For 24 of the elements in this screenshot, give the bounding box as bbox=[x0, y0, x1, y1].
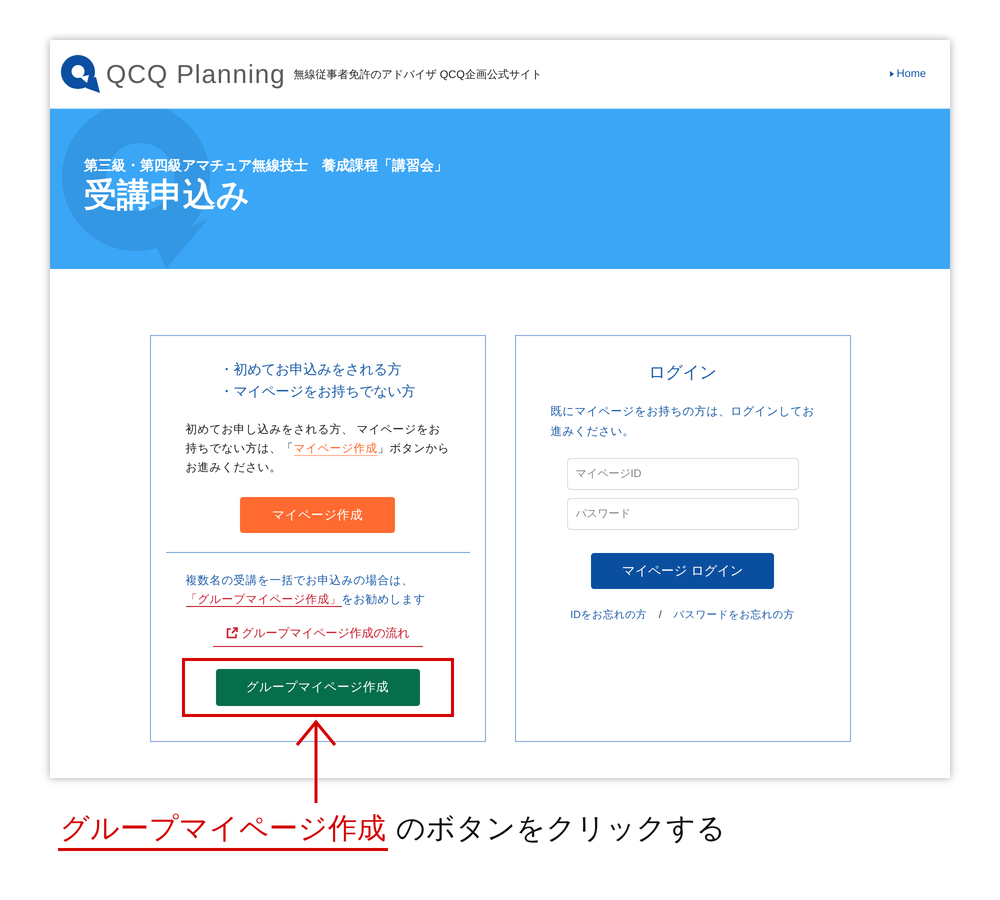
logo-text: QCQ Planning bbox=[106, 58, 286, 90]
site-tagline: 無線従事者免許のアドバイザ QCQ企画公式サイト bbox=[294, 68, 542, 83]
group-note-text: 複数名の受講を一括でお申込みの場合は、 「グループマイページ作成」をお勧めします bbox=[184, 573, 426, 609]
external-link-icon bbox=[226, 627, 238, 639]
page-title: 受講申込み bbox=[84, 175, 250, 215]
instruction-caption: グループマイページ作成 のボタンをクリックする bbox=[58, 810, 726, 851]
forgot-password-link[interactable]: パスワードをお忘れの方 bbox=[674, 608, 795, 624]
logo-icon bbox=[60, 55, 100, 93]
bullet-item: ・マイページをお持ちでない方 bbox=[220, 382, 416, 401]
mypage-id-field[interactable]: マイページID bbox=[566, 458, 798, 490]
link-separator: / bbox=[658, 608, 662, 623]
group-mypage-button[interactable]: グループマイページ作成 bbox=[216, 669, 420, 706]
caret-icon bbox=[890, 71, 894, 77]
group-mypage-link[interactable]: 「グループマイページ作成」 bbox=[186, 593, 342, 607]
password-field[interactable]: パスワード bbox=[566, 498, 798, 530]
hero-subtitle: 第三級・第四級アマチュア無線技士 養成課程「講習会」 bbox=[84, 156, 448, 175]
home-link[interactable]: Home bbox=[890, 66, 926, 82]
forgot-id-link[interactable]: IDをお忘れの方 bbox=[570, 608, 647, 624]
group-flow-link[interactable]: グループマイページ作成の流れ bbox=[212, 625, 422, 647]
intro-text: 初めてお申し込みをされる方、 マイページをお持ちでない方は、「マイページ作成」ボタンからお進みください。 bbox=[184, 422, 450, 476]
login-title: ログイン bbox=[648, 362, 716, 384]
login-text: 既にマイページをお持ちの方は、ログインしてお進みください。 bbox=[550, 404, 816, 440]
bullet-item: ・初めてお申込みをされる方 bbox=[220, 360, 402, 379]
login-button[interactable]: マイページ ログイン bbox=[591, 553, 774, 589]
